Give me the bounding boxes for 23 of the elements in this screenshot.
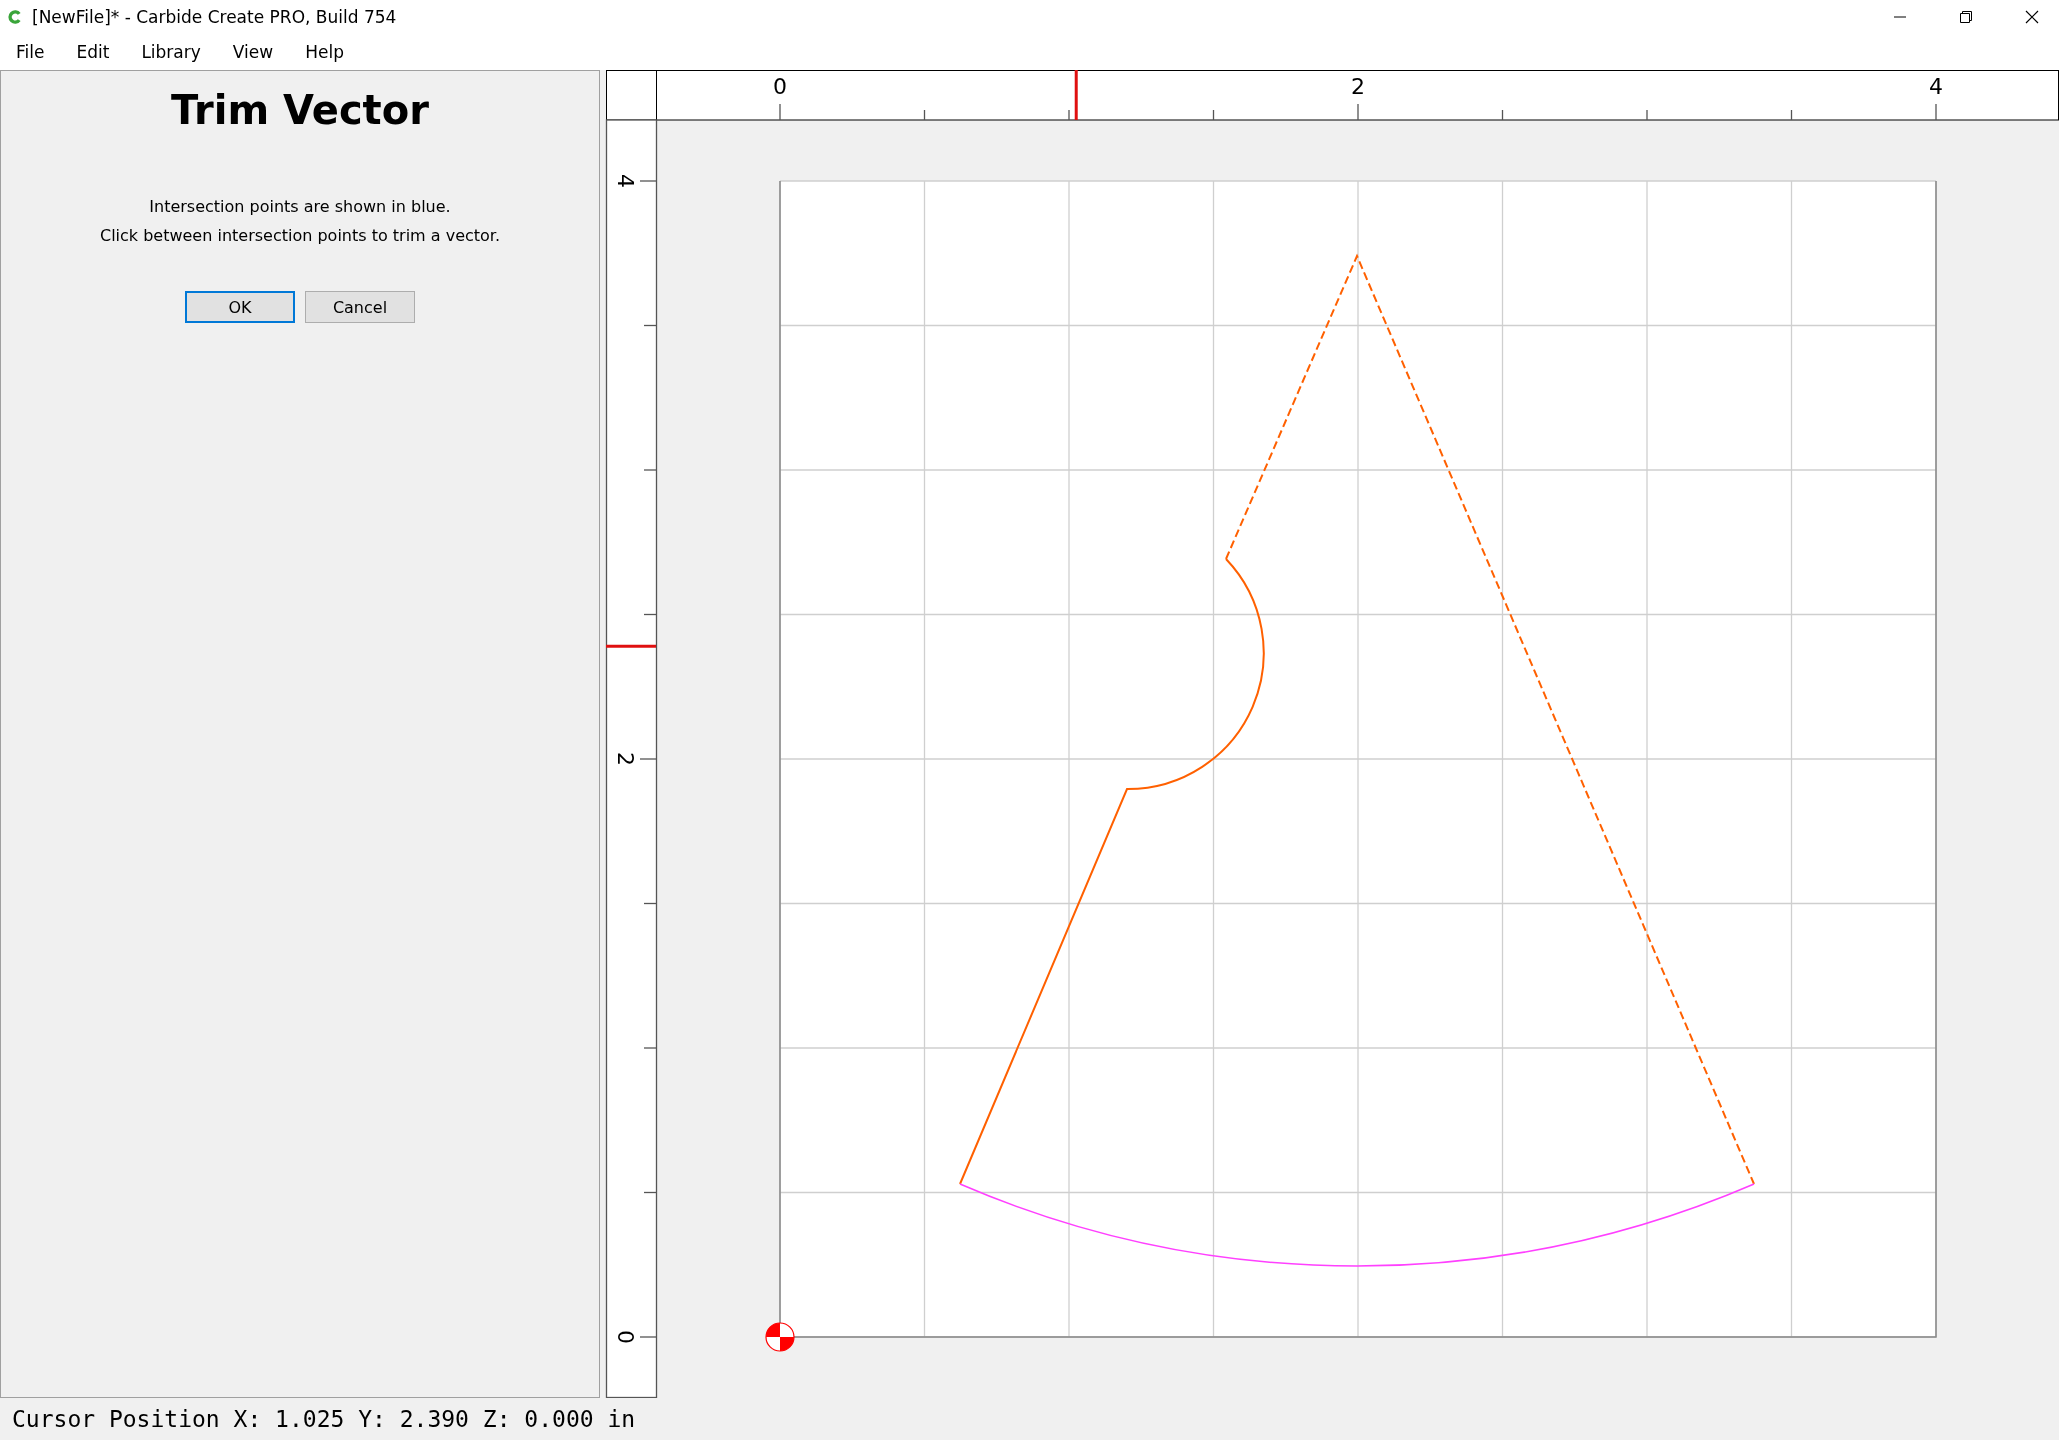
ruler-label: 4 (613, 174, 638, 188)
cursor-marker (606, 644, 656, 648)
panel-title: Trim Vector (171, 87, 429, 133)
menu-item[interactable]: File (8, 41, 59, 62)
restore-icon[interactable] (1959, 9, 1973, 24)
menu-item[interactable]: View (224, 41, 288, 62)
ruler-label: 2 (1351, 74, 1365, 99)
ruler-label: 0 (773, 74, 787, 99)
ruler-label: 2 (613, 752, 638, 766)
status-bar-text: Cursor Position X: 1.025 Y: 2.390 Z: 0.000 in (11, 1405, 637, 1434)
menu-item[interactable]: Edit (68, 41, 124, 62)
close-icon[interactable] (2025, 9, 2039, 24)
cursor-marker (1074, 70, 1078, 120)
ruler-label: 4 (1929, 74, 1943, 99)
instruction-text: Intersection points are shown in blue. (149, 197, 451, 216)
menu-item[interactable]: Help (297, 41, 358, 62)
instruction-text: Click between intersection points to trim a vector. (99, 226, 501, 245)
ruler-label: 0 (613, 1330, 638, 1344)
ok-button[interactable]: OK (185, 291, 295, 323)
menu-item[interactable]: Library (133, 41, 215, 62)
origin-marker-icon (765, 1322, 795, 1352)
cancel-button[interactable]: Cancel (305, 291, 415, 323)
window-title: [NewFile]* - Carbide Create PRO, Build 754 (32, 6, 397, 27)
